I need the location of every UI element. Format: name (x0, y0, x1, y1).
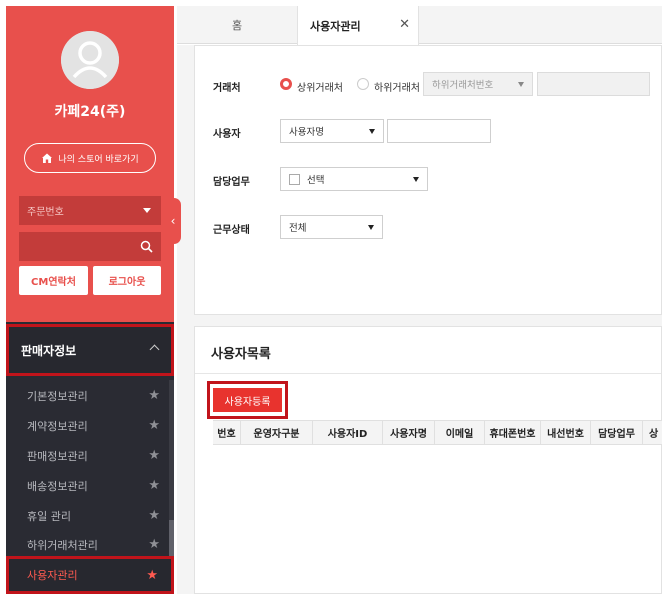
menu-item-label: 하위거래처관리 (27, 539, 98, 552)
dropdown-arrow-icon (369, 129, 375, 134)
dropdown-arrow-icon (413, 177, 419, 182)
dropdown-arrow-icon (518, 82, 524, 87)
radio-lower-vendor-label: 하위거래처 (374, 83, 420, 94)
user-list-title: 사용자목록 (211, 347, 271, 362)
user-select-value: 사용자명 (289, 127, 324, 138)
scrollbar-thumb[interactable] (169, 520, 174, 560)
tab-label: 홈 (231, 19, 243, 32)
radio-lower-vendor[interactable] (357, 78, 369, 90)
my-store-button-label: 나의 스토어 바로가기 (58, 154, 139, 165)
column-header[interactable]: 이메일 (435, 421, 485, 444)
column-header[interactable]: 운영자구분 (241, 421, 313, 444)
shop-name: 카페24(주) (54, 104, 126, 120)
star-icon[interactable]: ★ (146, 568, 158, 583)
star-icon[interactable]: ★ (148, 478, 160, 493)
star-icon[interactable]: ★ (148, 388, 160, 403)
seller-info-section-header[interactable]: 판매자정보 (6, 324, 174, 376)
sidebar-item-holiday[interactable]: 휴일 관리 ★ (6, 502, 168, 530)
sidebar-item-contract-info[interactable]: 계약정보관리 ★ (6, 412, 168, 440)
radio-upper-vendor-label: 상위거래처 (297, 83, 343, 94)
sidebar-item-sub-vendor[interactable]: 하위거래처관리 ★ (6, 531, 168, 559)
sidebar-collapse-button[interactable]: ‹ (165, 198, 181, 244)
column-header[interactable]: 내선번호 (541, 421, 591, 444)
chevron-left-icon: ‹ (170, 214, 176, 228)
menu-item-label: 휴일 관리 (27, 510, 71, 523)
logout-button[interactable]: 로그아웃 (93, 266, 161, 295)
menu-item-label: 사용자관리 (27, 569, 78, 582)
home-icon (42, 153, 53, 163)
user-avatar-icon (61, 31, 119, 89)
vendor-label: 거래처 (213, 83, 241, 94)
user-table-header: 번호 운영자구분 사용자ID 사용자명 이메일 휴대폰번호 내선번호 담당업무 … (213, 420, 662, 445)
duty-select[interactable]: 선택 (280, 167, 428, 191)
app-root: 카페24(주) 나의 스토어 바로가기 주문번호 CM연락처 로그아웃 판매자정… (0, 0, 662, 594)
radio-upper-vendor[interactable] (280, 78, 292, 90)
section-title: 판매자정보 (21, 343, 77, 358)
star-icon[interactable]: ★ (148, 537, 160, 552)
chevron-up-icon (149, 344, 160, 355)
sidebar-search-input[interactable] (19, 232, 161, 261)
user-label: 사용자 (213, 129, 241, 140)
user-list-panel: 사용자목록 사용자등록 번호 운영자구분 사용자ID 사용자명 이메일 휴대폰번… (194, 326, 662, 594)
menu-item-label: 계약정보관리 (27, 420, 88, 433)
user-search-type-select[interactable]: 사용자명 (280, 119, 384, 143)
star-icon[interactable]: ★ (148, 418, 160, 433)
sidebar-item-sales-info[interactable]: 판매정보관리 ★ (6, 442, 168, 470)
work-status-label: 근무상태 (213, 225, 250, 236)
sidebar-item-basic-info[interactable]: 기본정보관리 ★ (6, 382, 168, 410)
work-status-select-value: 전체 (289, 223, 307, 234)
register-user-button[interactable]: 사용자등록 (213, 388, 282, 412)
column-header[interactable]: 사용자명 (383, 421, 435, 444)
column-header[interactable]: 휴대폰번호 (485, 421, 541, 444)
tab-bar: 홈 사용자관리 ✕ (177, 6, 662, 45)
avatar (61, 31, 119, 89)
register-button-highlight: 사용자등록 (207, 381, 288, 419)
cm-contact-button[interactable]: CM연락처 (19, 266, 88, 295)
sub-vendor-number-input[interactable] (537, 72, 650, 96)
column-header[interactable]: 번호 (213, 421, 241, 444)
sidebar-profile-area: 카페24(주) 나의 스토어 바로가기 주문번호 CM연락처 로그아웃 (6, 6, 174, 322)
menu-item-label: 판매정보관리 (27, 450, 88, 463)
search-icon[interactable] (140, 240, 153, 253)
menu-item-label: 배송정보관리 (27, 480, 88, 493)
star-icon[interactable]: ★ (148, 508, 160, 523)
close-icon[interactable]: ✕ (399, 17, 410, 32)
order-number-select[interactable]: 주문번호 (19, 196, 161, 225)
column-header[interactable]: 담당업무 (591, 421, 643, 444)
tab-user-management[interactable]: 사용자관리 ✕ (297, 6, 419, 45)
user-search-input[interactable] (387, 119, 491, 143)
sidebar-item-shipping-info[interactable]: 배송정보관리 ★ (6, 472, 168, 500)
work-status-select[interactable]: 전체 (280, 215, 383, 239)
duty-label: 담당업무 (213, 177, 250, 188)
sub-vendor-number-select[interactable]: 하위거래처번호 (423, 72, 533, 96)
tab-home[interactable]: 홈 (177, 6, 297, 44)
column-header[interactable]: 상 (643, 421, 662, 444)
divider (195, 373, 661, 374)
tab-label: 사용자관리 (310, 19, 361, 33)
sidebar-item-user-management[interactable]: 사용자관리 ★ (6, 556, 174, 594)
sidebar: 카페24(주) 나의 스토어 바로가기 주문번호 CM연락처 로그아웃 판매자정… (6, 6, 174, 594)
dropdown-arrow-icon (143, 208, 151, 213)
column-header[interactable]: 사용자ID (313, 421, 383, 444)
checkbox[interactable] (289, 174, 300, 185)
search-filter-panel: 거래처 상위거래처 하위거래처 하위거래처번호 사용자 사용자명 담당업무 선택… (194, 45, 662, 315)
order-select-value: 주문번호 (27, 207, 64, 218)
menu-item-label: 기본정보관리 (27, 390, 88, 403)
sidebar-scrollbar[interactable] (169, 380, 174, 576)
star-icon[interactable]: ★ (148, 448, 160, 463)
dropdown-arrow-icon (368, 225, 374, 230)
sidebar-menu: 판매자정보 기본정보관리 ★ 계약정보관리 ★ 판매정보관리 ★ 배송정보관리 … (6, 322, 174, 594)
my-store-button[interactable]: 나의 스토어 바로가기 (24, 143, 156, 173)
sub-vendor-select-value: 하위거래처번호 (432, 80, 494, 91)
